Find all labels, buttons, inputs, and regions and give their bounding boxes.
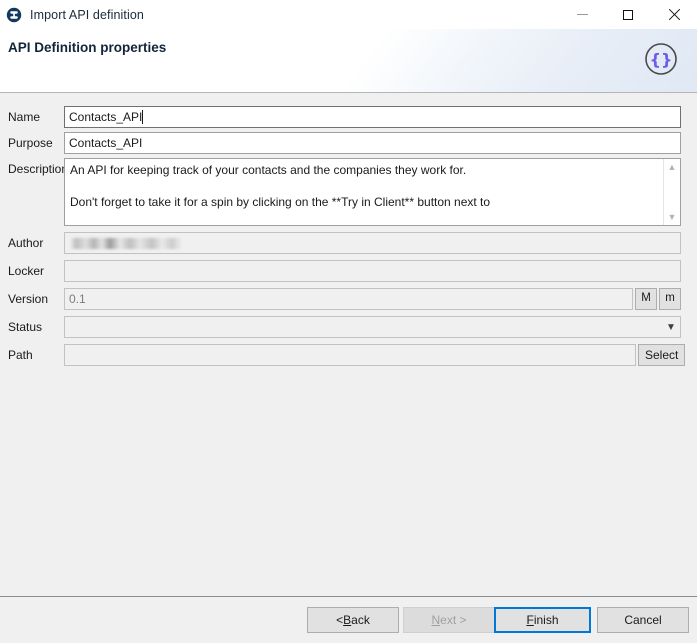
status-label: Status (8, 320, 43, 334)
next-button: Next > (403, 607, 495, 633)
path-label: Path (8, 348, 33, 362)
purpose-input-value: Contacts_API (69, 136, 143, 150)
version-major-button[interactable]: M (635, 288, 657, 310)
properties-form: Name Contacts_API Purpose Contacts_API D… (0, 94, 697, 596)
close-button[interactable] (651, 0, 697, 29)
name-input[interactable]: Contacts_API (64, 106, 681, 128)
minimize-button[interactable] (559, 0, 605, 29)
field-row-locker: Locker (0, 260, 697, 282)
page-title: API Definition properties (8, 40, 167, 55)
back-button-prefix: < (336, 613, 344, 627)
field-row-status: Status ▼ (0, 316, 697, 338)
path-select-button[interactable]: Select (638, 344, 686, 366)
finish-button-suffix: inish (533, 613, 559, 627)
finish-button[interactable]: Finish (494, 607, 591, 633)
next-button-suffix: ext > (440, 613, 467, 627)
locker-input (64, 260, 681, 282)
svg-text:{}: {} (650, 50, 673, 69)
window-title: Import API definition (30, 7, 144, 22)
version-input: 0.1 (64, 288, 633, 310)
author-input (64, 232, 681, 254)
description-label: Description (8, 162, 69, 176)
wizard-header: API Definition properties {} (0, 29, 697, 93)
field-row-path: Path Select (0, 344, 697, 366)
chevron-up-icon[interactable]: ▲ (664, 159, 680, 175)
purpose-input[interactable]: Contacts_API (64, 132, 681, 154)
title-bar: Import API definition (0, 0, 697, 29)
purpose-label: Purpose (8, 136, 53, 150)
description-value: An API for keeping track of your contact… (70, 163, 491, 209)
finish-button-mnemonic: F (526, 613, 534, 627)
cancel-button-label: Cancel (624, 613, 662, 627)
version-input-value: 0.1 (69, 292, 86, 306)
back-button-suffix: ack (351, 613, 370, 627)
next-button-mnemonic: N (431, 613, 441, 627)
description-scrollbar[interactable]: ▲ ▼ (663, 159, 680, 225)
window-controls (559, 0, 697, 29)
field-row-name: Name Contacts_API (0, 106, 697, 128)
close-icon (668, 8, 681, 21)
author-label: Author (8, 236, 44, 250)
field-row-description: Description An API for keeping track of … (0, 158, 697, 226)
locker-label: Locker (8, 264, 45, 278)
chevron-down-icon[interactable]: ▼ (664, 209, 680, 225)
text-caret (142, 110, 144, 124)
app-circle-icon (6, 7, 22, 23)
chevron-down-icon[interactable]: ▼ (662, 317, 680, 337)
status-dropdown[interactable]: ▼ (64, 316, 681, 338)
redacted-author-value (70, 238, 182, 249)
field-row-author: Author (0, 232, 697, 254)
path-input (64, 344, 636, 366)
version-minor-button[interactable]: m (659, 288, 681, 310)
wizard-footer: < Back Next > Finish Cancel (0, 596, 697, 643)
field-row-version: Version 0.1 M m (0, 288, 697, 310)
back-button[interactable]: < Back (307, 607, 399, 633)
maximize-button[interactable] (605, 0, 651, 29)
back-button-mnemonic: B (343, 613, 352, 627)
description-textarea[interactable]: An API for keeping track of your contact… (64, 158, 681, 226)
version-label: Version (8, 292, 49, 306)
json-braces-circle-icon: {} (642, 40, 680, 78)
name-label: Name (8, 110, 41, 124)
maximize-icon (623, 9, 633, 20)
name-input-value: Contacts_API (69, 110, 143, 124)
minimize-icon (576, 14, 588, 15)
cancel-button[interactable]: Cancel (597, 607, 689, 633)
field-row-purpose: Purpose Contacts_API (0, 132, 697, 154)
